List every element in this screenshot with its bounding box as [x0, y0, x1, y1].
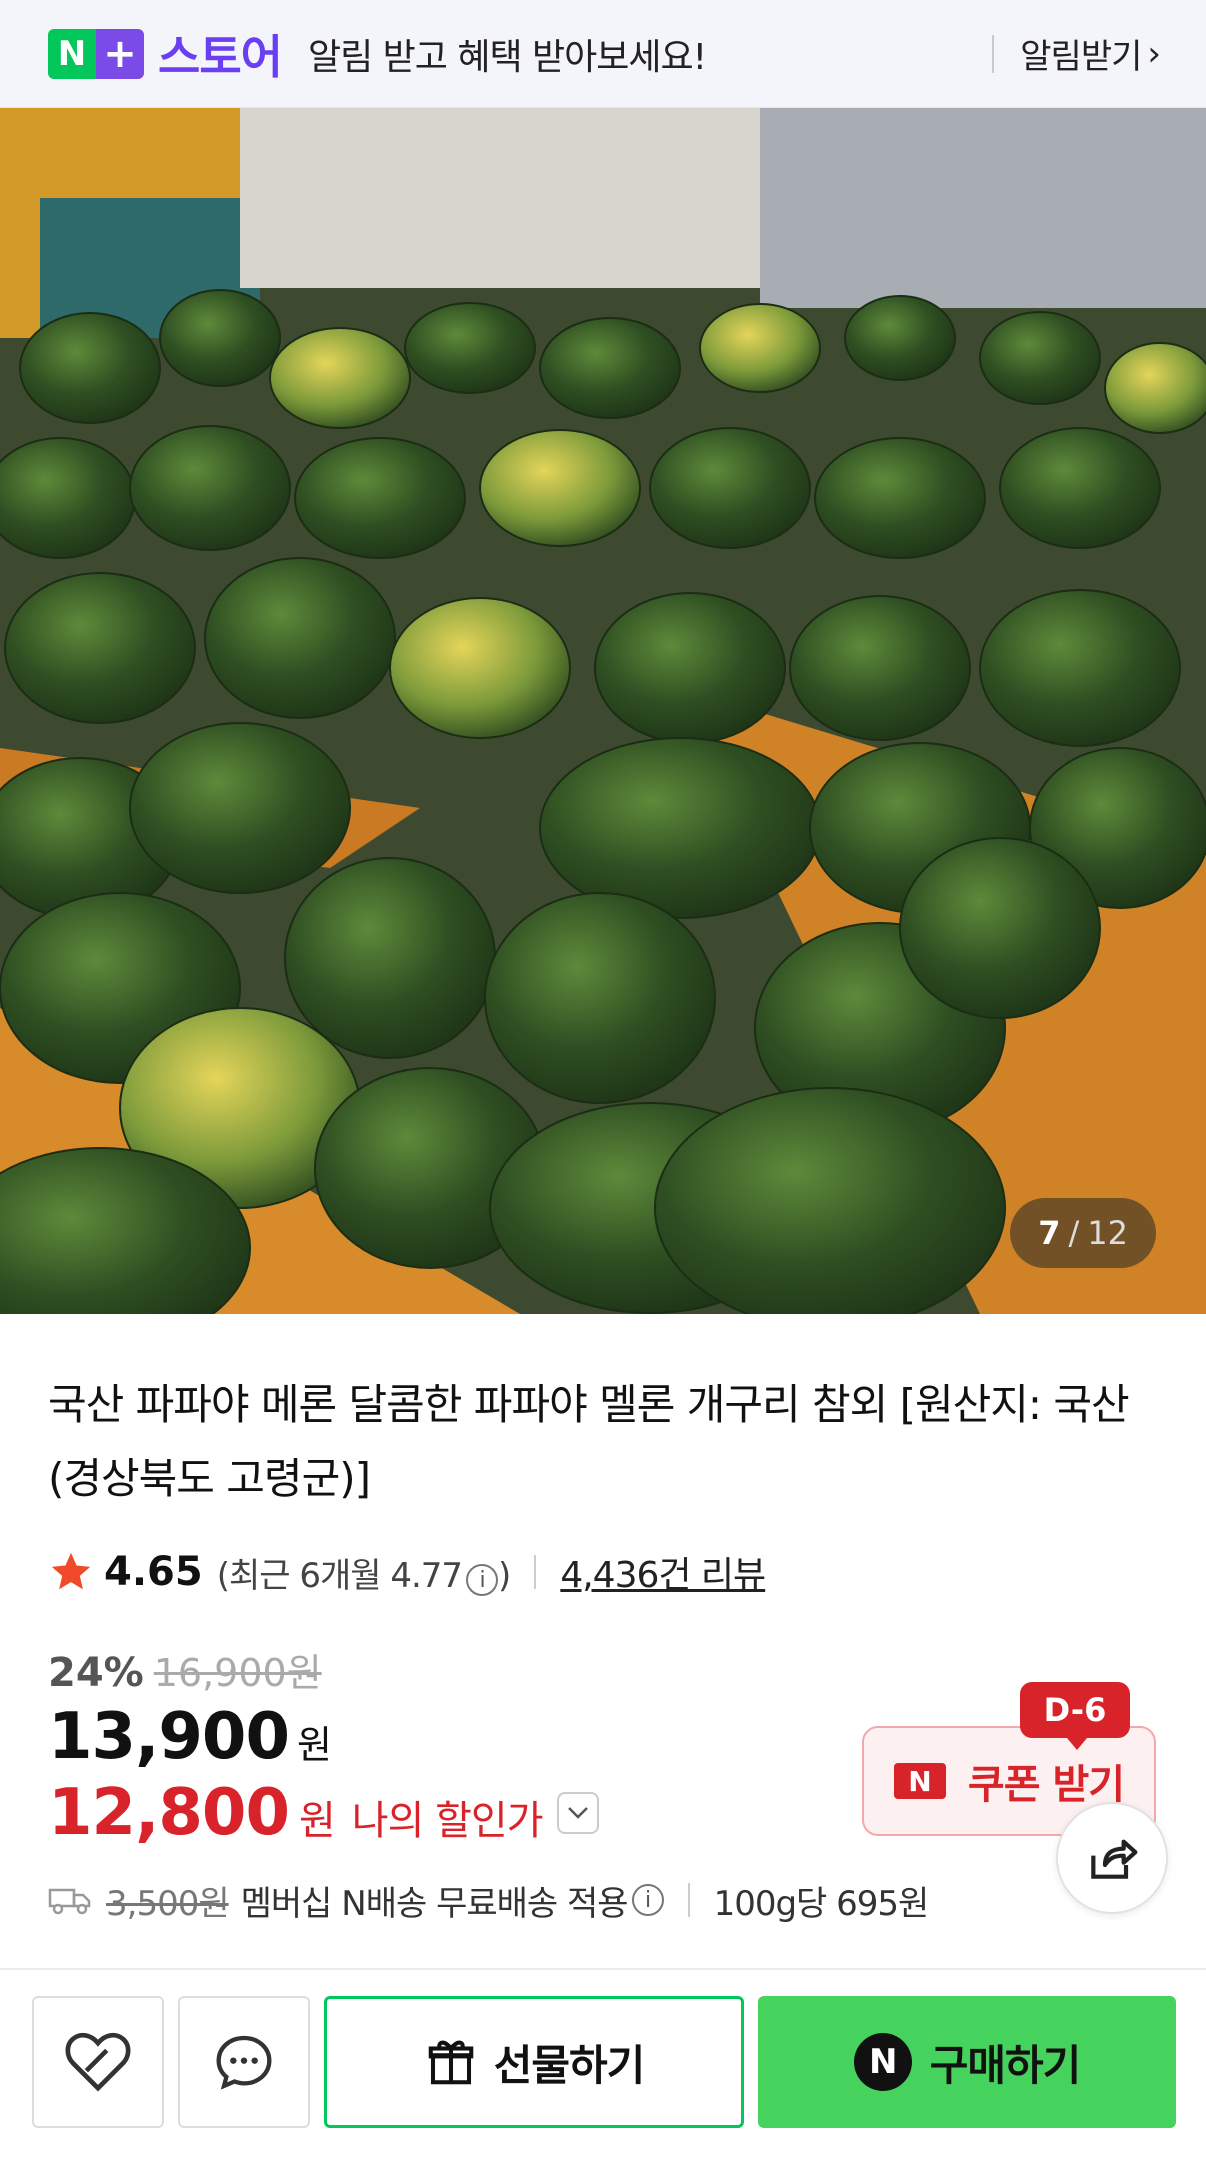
banner-divider [992, 34, 995, 73]
naver-n-icon: N [893, 1763, 946, 1799]
product-title: 국산 파파야 메론 달콤한 파파야 멜론 개구리 참외 [원산지: 국산(경상북… [48, 1380, 1130, 1503]
heart-icon [65, 2032, 131, 2092]
gallery-current-index: 7 [1038, 1214, 1061, 1252]
logo-text: 스토어 [158, 29, 283, 84]
discount-percent: 24% [48, 1650, 144, 1696]
coupon-label: 쿠폰 받기 [967, 1762, 1125, 1808]
coupon-dday-badge: D-6 [1020, 1682, 1130, 1750]
my-discount-price: 12,800 [48, 1776, 290, 1850]
notification-subscribe-button[interactable]: 알림받기 › [1020, 29, 1161, 78]
gallery-page-counter: 7 / 12 [1010, 1198, 1156, 1268]
logo-n: N [48, 28, 96, 79]
gift-button[interactable]: 선물하기 [324, 1996, 744, 2128]
recent-rating-text: (최근 6개월 4.77 [216, 1555, 463, 1596]
gift-icon [428, 2040, 473, 2085]
chevron-down-icon[interactable] [556, 1792, 599, 1834]
rating-value: 4.65 [104, 1549, 203, 1595]
buy-button[interactable]: N 구매하기 [758, 1996, 1176, 2128]
buy-label: 구매하기 [929, 2040, 1082, 2090]
my-discount-price-unit: 원 [298, 1798, 336, 1844]
chevron-right-icon: › [1147, 33, 1161, 74]
shipping-divider [687, 1883, 690, 1917]
info-icon[interactable]: i [466, 1564, 499, 1596]
gallery-separator: / [1068, 1214, 1080, 1252]
shipping-text: 멤버십 N배송 무료배송 적용 [240, 1883, 629, 1924]
app-banner[interactable]: N + 스토어 알림 받고 혜택 받아보세요! 알림받기 › [0, 0, 1206, 108]
shipping-row: 3,500원 멤버십 N배송 무료배송 적용 i 100g당 695원 [48, 1872, 930, 1928]
recent-rating-close: ) [498, 1555, 511, 1596]
share-button[interactable] [1056, 1802, 1168, 1914]
inquiry-button[interactable] [178, 1996, 310, 2128]
product-photo [0, 108, 1206, 1314]
my-discount-label: 나의 할인가 [351, 1798, 544, 1844]
rating-divider [534, 1555, 537, 1589]
review-count-link[interactable]: 4,436건 리뷰 [560, 1546, 766, 1598]
star-icon [51, 1552, 91, 1590]
shipping-info-icon[interactable]: i [631, 1884, 664, 1916]
rating-row: 4.65 (최근 6개월 4.77 i) 4,436건 리뷰 [48, 1546, 766, 1598]
naver-pay-n-icon: N [853, 2033, 912, 2091]
recent-rating: (최근 6개월 4.77 i) [217, 1548, 511, 1597]
sale-price: 13,900 [48, 1700, 290, 1774]
chat-icon [216, 2035, 272, 2090]
product-image-gallery[interactable]: 7 / 12 [0, 108, 1206, 1314]
gallery-total: 12 [1087, 1214, 1128, 1252]
bottom-bar-divider [0, 1968, 1206, 1970]
banner-message: 알림 받고 혜택 받아보세요! [307, 36, 707, 78]
notification-subscribe-label: 알림받기 [1020, 37, 1142, 77]
nplus-store-logo: N + [48, 28, 144, 79]
wishlist-button[interactable] [32, 1996, 164, 2128]
logo-plus: + [96, 28, 144, 79]
discount-row: 24% 16,900원 [48, 1642, 322, 1697]
share-icon [1091, 1839, 1138, 1879]
my-discount-price-row[interactable]: 12,800 원 나의 할인가 [48, 1776, 599, 1850]
shipping-fee: 3,500원 [106, 1883, 230, 1924]
original-price: 16,900원 [153, 1651, 322, 1695]
sale-price-unit: 원 [296, 1723, 332, 1767]
price-row: 13,900 원 [48, 1700, 332, 1774]
truck-icon [48, 1888, 91, 1915]
gift-label: 선물하기 [493, 2040, 646, 2090]
unit-price: 100g당 695원 [713, 1883, 930, 1924]
